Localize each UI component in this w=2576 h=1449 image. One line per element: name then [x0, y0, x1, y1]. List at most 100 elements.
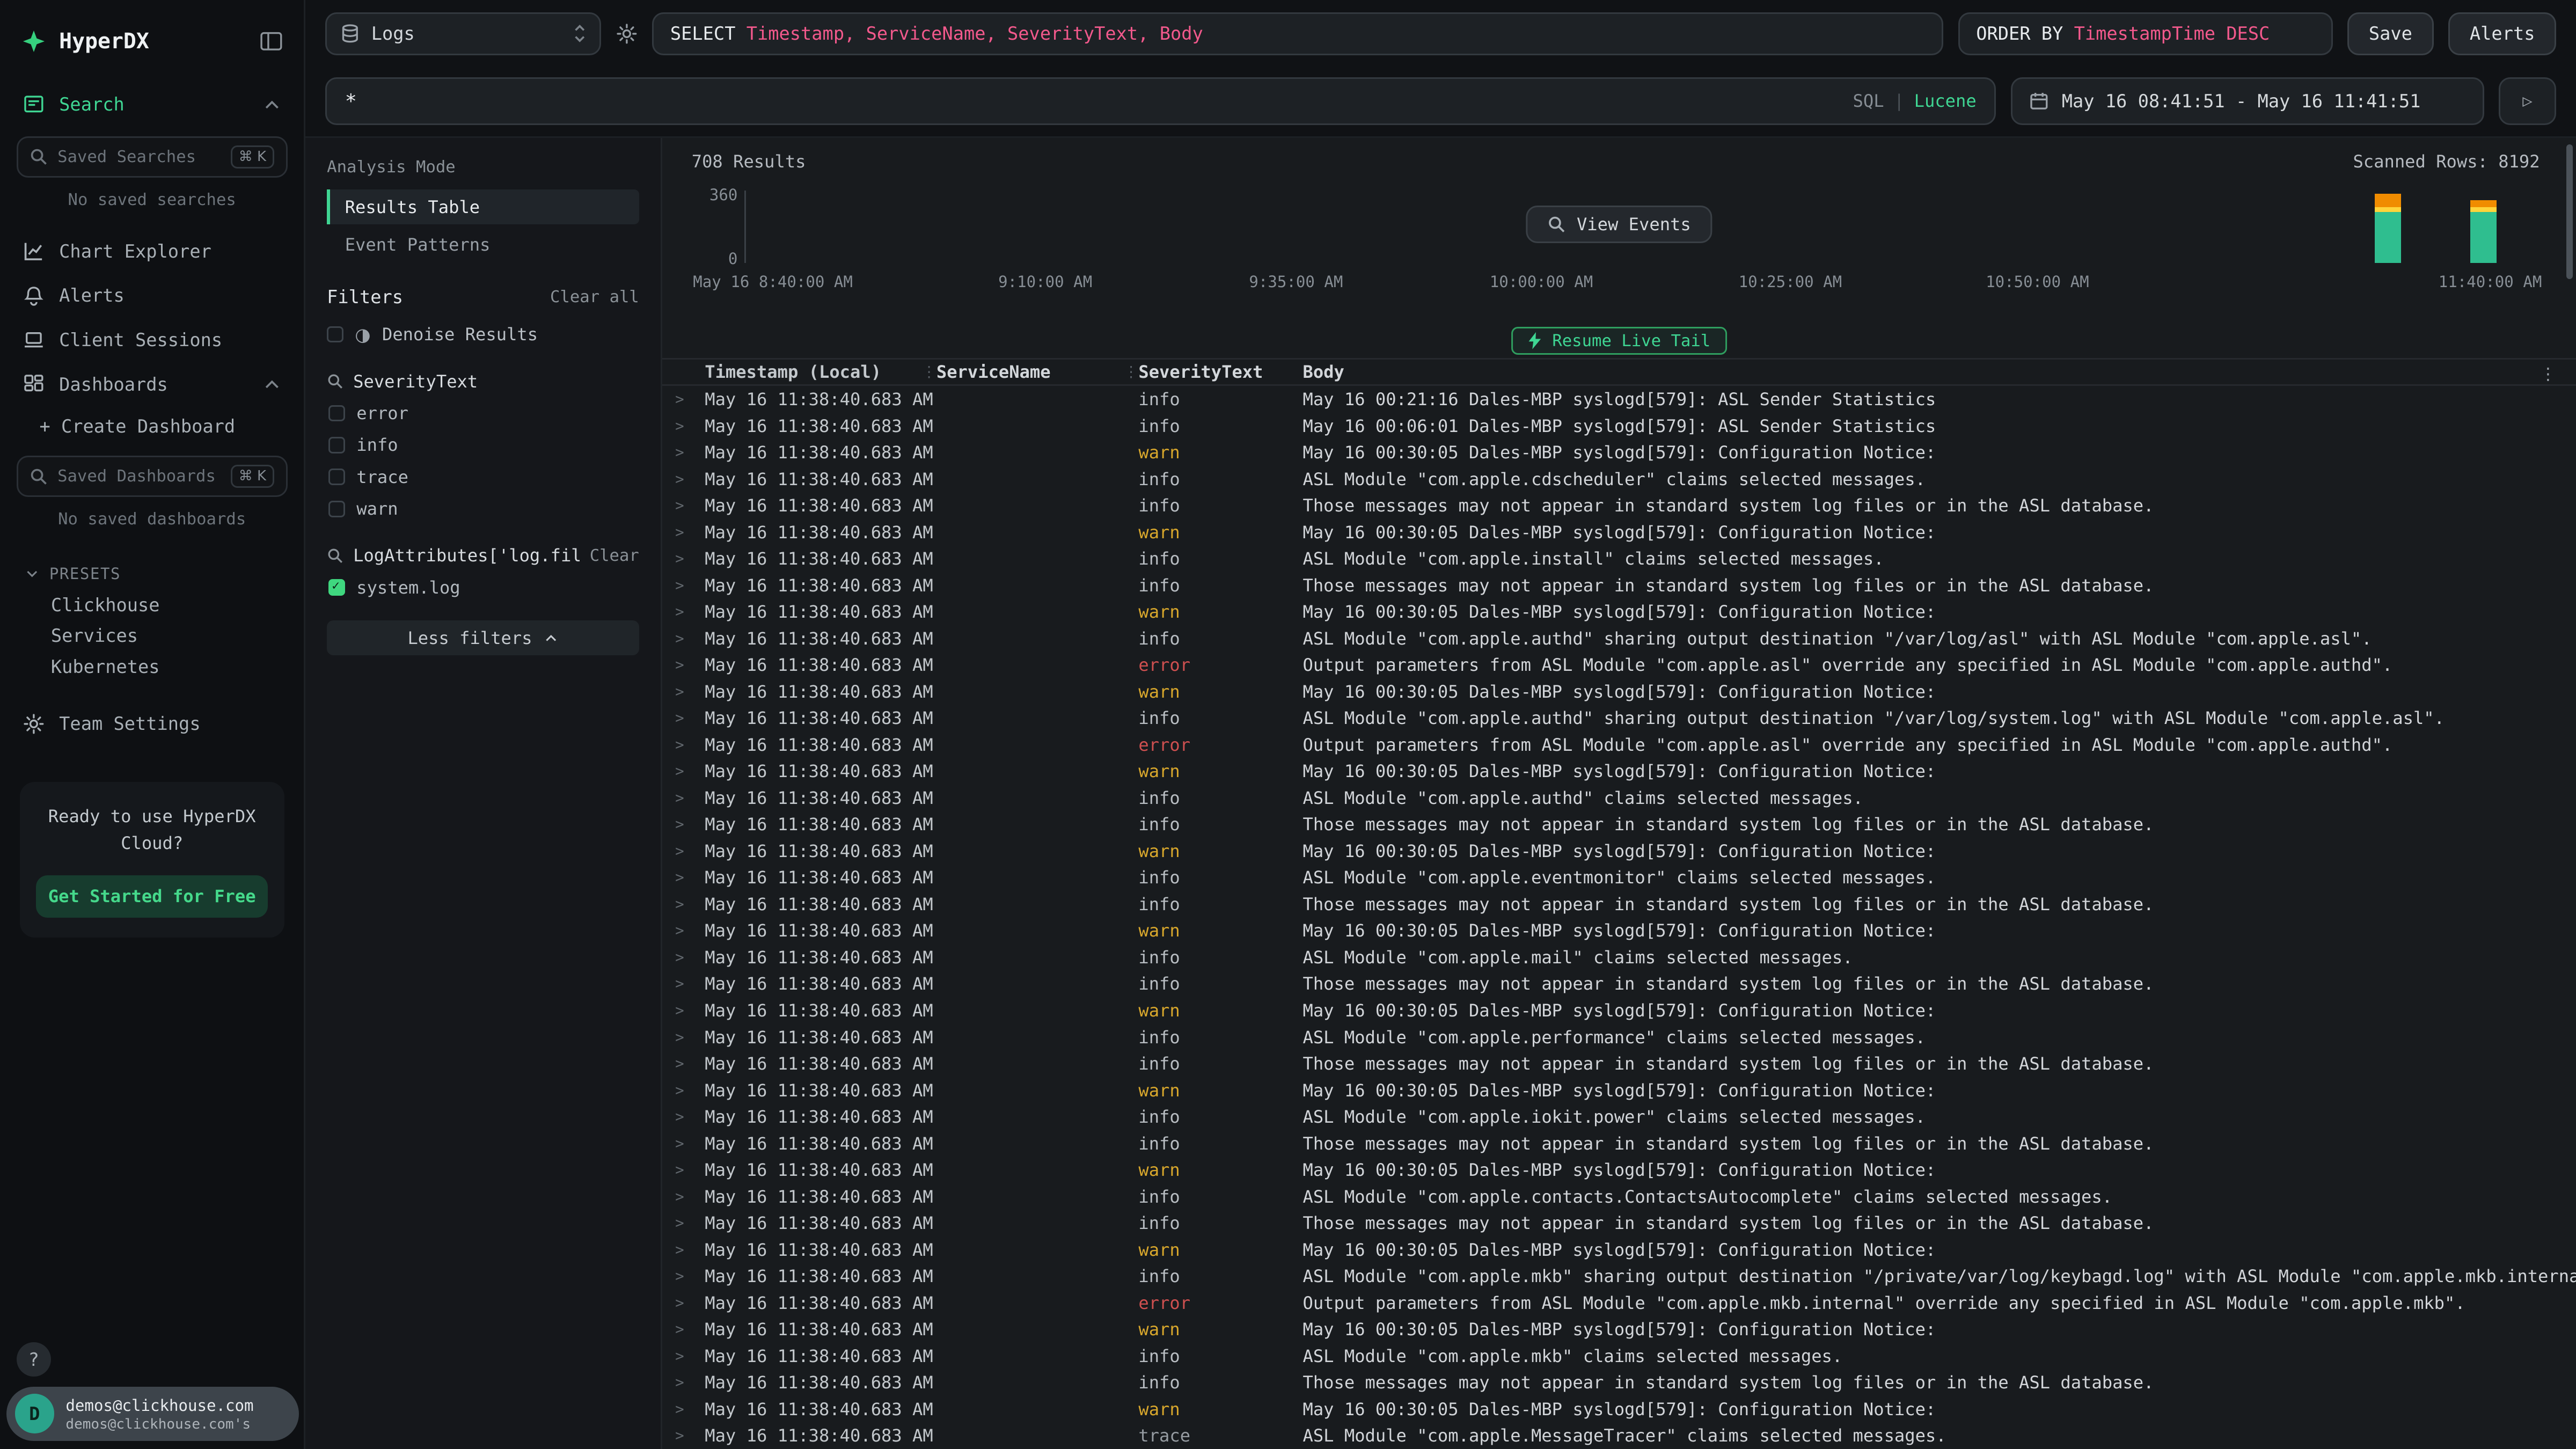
row-expand-icon[interactable]: >: [662, 975, 705, 992]
row-expand-icon[interactable]: >: [662, 1214, 705, 1232]
row-expand-icon[interactable]: >: [662, 391, 705, 408]
lang-toggle-sql[interactable]: SQL: [1853, 91, 1884, 111]
log-row[interactable]: >May 16 11:38:40.683 AMinfoMay 16 00:06:…: [662, 413, 2576, 440]
histogram-bar[interactable]: [2470, 200, 2497, 262]
row-expand-icon[interactable]: >: [662, 763, 705, 780]
preset-item-services[interactable]: Services: [0, 620, 304, 651]
log-row[interactable]: >May 16 11:38:40.683 AMerrorOutput param…: [662, 652, 2576, 679]
row-expand-icon[interactable]: >: [662, 1108, 705, 1125]
facet-checkbox[interactable]: [328, 579, 345, 596]
log-row[interactable]: >May 16 11:38:40.683 AMwarnMay 16 00:30:…: [662, 1236, 2576, 1263]
row-expand-icon[interactable]: >: [662, 736, 705, 753]
row-expand-icon[interactable]: >: [662, 1427, 705, 1444]
preset-item-clickhouse[interactable]: Clickhouse: [0, 590, 304, 620]
chevron-up-icon[interactable]: [263, 377, 281, 392]
facet-option-trace[interactable]: trace: [327, 467, 639, 487]
sidebar-item-dashboards[interactable]: Dashboards: [0, 362, 304, 407]
log-row[interactable]: >May 16 11:38:40.683 AMinfoASL Module "c…: [662, 466, 2576, 493]
row-expand-icon[interactable]: >: [662, 1188, 705, 1205]
histogram-bar[interactable]: [2375, 194, 2401, 263]
row-expand-icon[interactable]: >: [662, 789, 705, 807]
view-events-button[interactable]: View Events: [1526, 206, 1712, 243]
col-timestamp[interactable]: Timestamp (Local): [705, 362, 936, 382]
log-row[interactable]: >May 16 11:38:40.683 AMinfoThose message…: [662, 1130, 2576, 1157]
log-row[interactable]: >May 16 11:38:40.683 AMwarnMay 16 00:30:…: [662, 1077, 2576, 1104]
select-columns-input[interactable]: SELECT Timestamp, ServiceName, SeverityT…: [652, 12, 1943, 55]
row-expand-icon[interactable]: >: [662, 1082, 705, 1099]
log-row[interactable]: >May 16 11:38:40.683 AMinfoASL Module "c…: [662, 865, 2576, 891]
row-expand-icon[interactable]: >: [662, 1161, 705, 1179]
log-row[interactable]: >May 16 11:38:40.683 AMinfoASL Module "c…: [662, 705, 2576, 732]
log-row[interactable]: >May 16 11:38:40.683 AMinfoThose message…: [662, 492, 2576, 519]
row-expand-icon[interactable]: >: [662, 603, 705, 620]
sidebar-collapse-icon[interactable]: [260, 31, 283, 52]
log-row[interactable]: >May 16 11:38:40.683 AMinfoASL Module "c…: [662, 545, 2576, 572]
search-query-input[interactable]: * SQL | Lucene: [325, 77, 1996, 125]
facet-option-info[interactable]: info: [327, 435, 639, 455]
row-expand-icon[interactable]: >: [662, 683, 705, 700]
row-expand-icon[interactable]: >: [662, 816, 705, 833]
log-row[interactable]: >May 16 11:38:40.683 AMwarnMay 16 00:30:…: [662, 918, 2576, 945]
row-expand-icon[interactable]: >: [662, 1241, 705, 1258]
mode-event-patterns[interactable]: Event Patterns: [327, 228, 639, 262]
facet-option-warn[interactable]: warn: [327, 499, 639, 519]
log-row[interactable]: >May 16 11:38:40.683 AMinfoASL Module "c…: [662, 1263, 2576, 1290]
row-expand-icon[interactable]: >: [662, 896, 705, 913]
log-row[interactable]: >May 16 11:38:40.683 AMinfoThose message…: [662, 1210, 2576, 1236]
preset-item-kubernetes[interactable]: Kubernetes: [0, 651, 304, 682]
sidebar-item-search[interactable]: Search: [0, 82, 304, 127]
saved-searches-input[interactable]: Saved Searches ⌘ K: [17, 136, 288, 178]
log-row[interactable]: >May 16 11:38:40.683 AMinfoThose message…: [662, 891, 2576, 918]
order-by-input[interactable]: ORDER BY TimestampTime DESC: [1958, 12, 2333, 55]
facet-option-error[interactable]: error: [327, 403, 639, 423]
facet-checkbox[interactable]: [328, 469, 345, 485]
save-button[interactable]: Save: [2347, 12, 2434, 55]
log-row[interactable]: >May 16 11:38:40.683 AMwarnMay 16 00:30:…: [662, 439, 2576, 466]
log-row[interactable]: >May 16 11:38:40.683 AMinfoASL Module "c…: [662, 1103, 2576, 1130]
row-expand-icon[interactable]: >: [662, 1268, 705, 1285]
row-expand-icon[interactable]: >: [662, 922, 705, 939]
sidebar-item-client-sessions[interactable]: Client Sessions: [0, 318, 304, 362]
row-expand-icon[interactable]: >: [662, 550, 705, 567]
log-row[interactable]: >May 16 11:38:40.683 AMinfoASL Module "c…: [662, 1024, 2576, 1051]
sidebar-item-team-settings[interactable]: Team Settings: [0, 701, 304, 746]
row-expand-icon[interactable]: >: [662, 949, 705, 966]
help-button[interactable]: ?: [17, 1342, 51, 1377]
row-expand-icon[interactable]: >: [662, 1055, 705, 1072]
log-row[interactable]: >May 16 11:38:40.683 AMwarnMay 16 00:30:…: [662, 519, 2576, 546]
log-row[interactable]: >May 16 11:38:40.683 AMinfoASL Module "c…: [662, 625, 2576, 652]
log-row[interactable]: >May 16 11:38:40.683 AMerrorOutput param…: [662, 1290, 2576, 1316]
row-expand-icon[interactable]: >: [662, 1348, 705, 1365]
log-row[interactable]: >May 16 11:38:40.683 AMinfoThose message…: [662, 971, 2576, 998]
log-row[interactable]: >May 16 11:38:40.683 AMinfoASL Module "c…: [662, 944, 2576, 971]
log-row[interactable]: >May 16 11:38:40.683 AMinfoThose message…: [662, 1369, 2576, 1396]
row-expand-icon[interactable]: >: [662, 577, 705, 594]
col-resize-handle-icon[interactable]: ⋮: [1124, 363, 1139, 380]
row-expand-icon[interactable]: >: [662, 656, 705, 674]
log-row[interactable]: >May 16 11:38:40.683 AMinfoThose message…: [662, 1050, 2576, 1077]
log-row[interactable]: >May 16 11:38:40.683 AMwarnMay 16 00:30:…: [662, 678, 2576, 705]
facet-name[interactable]: LogAttributes['log.file.nam: [353, 545, 580, 566]
source-settings-gear-icon[interactable]: [616, 23, 638, 45]
user-menu[interactable]: D demos@clickhouse.com demos@clickhouse.…: [6, 1387, 299, 1441]
row-expand-icon[interactable]: >: [662, 630, 705, 647]
facet-checkbox[interactable]: [328, 437, 345, 453]
row-expand-icon[interactable]: >: [662, 1294, 705, 1312]
denoise-checkbox-row[interactable]: ◑ Denoise Results: [327, 324, 639, 345]
scrollbar-thumb[interactable]: [2566, 144, 2573, 279]
log-row[interactable]: >May 16 11:38:40.683 AMwarnMay 16 00:30:…: [662, 838, 2576, 865]
log-row[interactable]: >May 16 11:38:40.683 AMwarnMay 16 00:30:…: [662, 1157, 2576, 1183]
resume-live-tail-button[interactable]: Resume Live Tail: [1511, 327, 1727, 355]
col-severitytext[interactable]: ⋮SeverityText: [1138, 362, 1302, 382]
facet-name[interactable]: SeverityText: [353, 371, 639, 392]
less-filters-button[interactable]: Less filters: [327, 620, 639, 655]
create-dashboard-button[interactable]: + Create Dashboard: [0, 406, 304, 445]
sidebar-item-alerts[interactable]: Alerts: [0, 273, 304, 318]
facet-clear-link[interactable]: Clear: [590, 546, 639, 565]
facet-checkbox[interactable]: [328, 501, 345, 517]
facet-checkbox[interactable]: [328, 405, 345, 422]
log-row[interactable]: >May 16 11:38:40.683 AMtraceASL Module "…: [662, 1422, 2576, 1448]
log-row[interactable]: >May 16 11:38:40.683 AMwarnMay 16 00:30:…: [662, 1396, 2576, 1423]
row-expand-icon[interactable]: >: [662, 843, 705, 860]
sidebar-item-chart-explorer[interactable]: Chart Explorer: [0, 229, 304, 274]
